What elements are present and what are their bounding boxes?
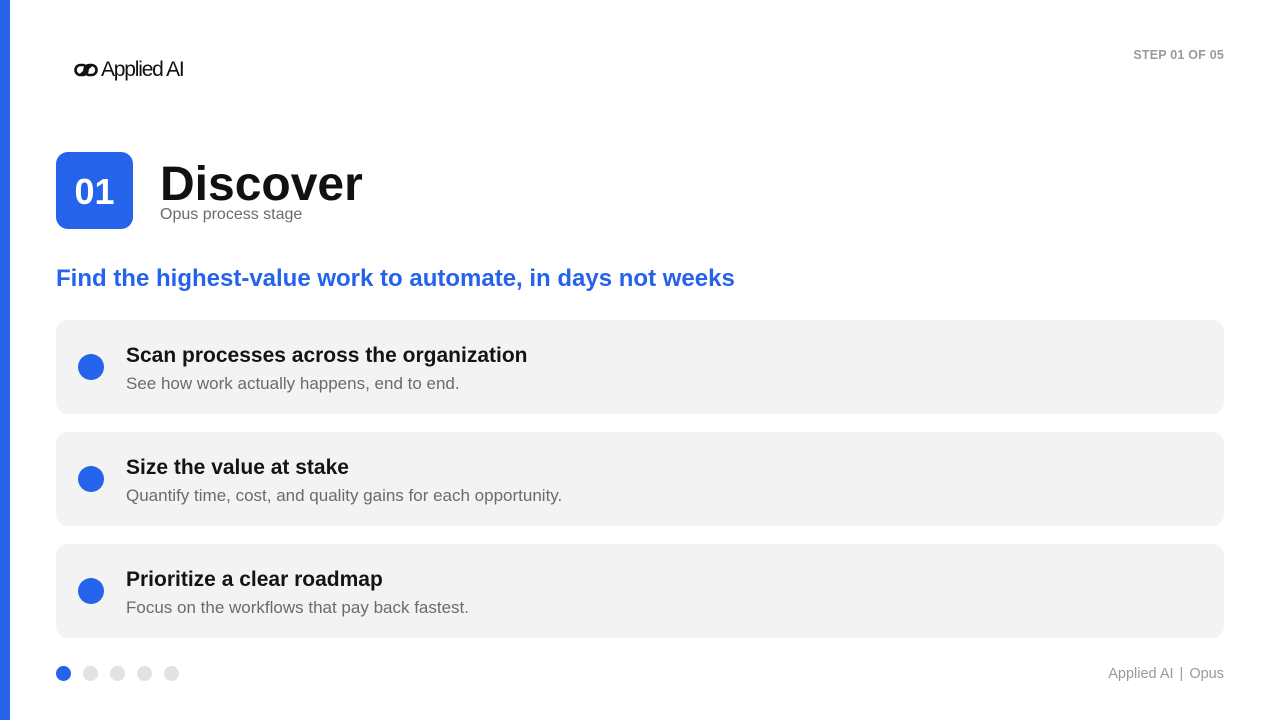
stage-subtitle: Opus process stage	[160, 206, 303, 223]
page-dot-3[interactable]	[110, 666, 125, 681]
footer-credit: Applied AI | Opus	[1108, 665, 1224, 683]
step-indicator: STEP 01 OF 05	[1133, 48, 1224, 62]
left-accent-bar	[0, 0, 10, 720]
footer-separator: |	[1179, 666, 1184, 682]
page-dot-2[interactable]	[83, 666, 98, 681]
stage-number-badge: 01	[56, 152, 133, 229]
page-dot-5[interactable]	[164, 666, 179, 681]
step-card-prioritize: Prioritize a clear roadmap Focus on the …	[56, 544, 1224, 638]
card-title: Size the value at stake	[126, 456, 349, 479]
card-title: Scan processes across the organization	[126, 344, 528, 367]
step-card-scan: Scan processes across the organization S…	[56, 320, 1224, 414]
applied-ai-logo: Applied AI	[74, 58, 185, 82]
bullet-dot-icon	[78, 354, 104, 380]
card-description: Quantify time, cost, and quality gains f…	[126, 486, 563, 505]
footer-product: Opus	[1189, 666, 1224, 682]
logo-text: Applied AI	[101, 58, 185, 81]
linked-rings-logo-icon	[74, 63, 98, 77]
bullet-dot-icon	[78, 578, 104, 604]
step-card-size: Size the value at stake Quantify time, c…	[56, 432, 1224, 526]
card-description: See how work actually happens, end to en…	[126, 374, 460, 393]
page-dot-4[interactable]	[137, 666, 152, 681]
footer-brand: Applied AI	[1108, 666, 1174, 682]
stage-headline: Find the highest-value work to automate,…	[56, 265, 735, 292]
card-description: Focus on the workflows that pay back fas…	[126, 598, 469, 617]
bullet-dot-icon	[78, 466, 104, 492]
page-dot-1[interactable]	[56, 666, 71, 681]
card-title: Prioritize a clear roadmap	[126, 568, 383, 591]
pagination-dots	[56, 666, 179, 681]
